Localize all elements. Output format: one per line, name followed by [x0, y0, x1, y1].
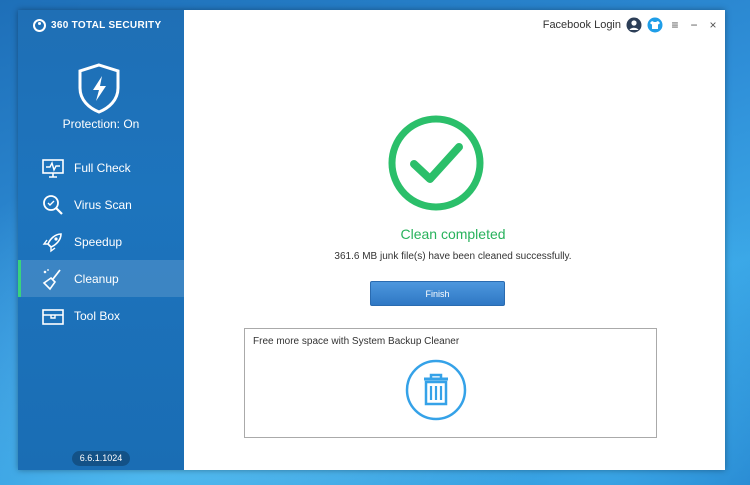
sidebar-item-label: Virus Scan: [74, 197, 132, 212]
backup-cleaner-text: Free more space with System Backup Clean…: [253, 336, 460, 347]
sidebar-item-tool-box[interactable]: Tool Box: [18, 297, 184, 334]
brand-name: 360 TOTAL SECURITY: [51, 19, 162, 31]
user-avatar-icon[interactable]: [626, 17, 642, 33]
rocket-icon: [41, 230, 65, 254]
sidebar-item-full-check[interactable]: Full Check: [18, 149, 184, 186]
sidebar-nav: Full Check Virus Scan Speedup Cleanup To…: [18, 149, 184, 334]
menu-button[interactable]: ≡: [668, 18, 682, 32]
sidebar: 360 TOTAL SECURITY Protection: On Full C…: [18, 10, 184, 470]
minimize-button[interactable]: −: [687, 18, 701, 32]
close-button[interactable]: ×: [706, 18, 720, 32]
sidebar-item-label: Full Check: [74, 160, 131, 175]
sidebar-item-label: Cleanup: [74, 271, 119, 286]
sidebar-item-label: Speedup: [74, 234, 123, 249]
result-title: Clean completed: [400, 226, 506, 242]
broom-icon: [41, 267, 65, 291]
magnifier-icon: [41, 193, 65, 217]
logo-icon: [33, 18, 46, 32]
sidebar-item-cleanup[interactable]: Cleanup: [18, 260, 184, 297]
version-badge: 6.6.1.1024: [72, 451, 130, 466]
shield-icon[interactable]: [76, 62, 122, 114]
trash-icon[interactable]: [405, 359, 467, 421]
app-brand: 360 TOTAL SECURITY: [33, 17, 161, 33]
skin-shirt-icon[interactable]: [647, 17, 663, 33]
facebook-login-link[interactable]: Facebook Login: [543, 19, 621, 31]
monitor-pulse-icon: [41, 156, 65, 180]
result-detail: 361.6 MB junk file(s) have been cleaned …: [334, 251, 572, 262]
toolbox-icon: [41, 304, 65, 328]
sidebar-item-speedup[interactable]: Speedup: [18, 223, 184, 260]
sidebar-item-virus-scan[interactable]: Virus Scan: [18, 186, 184, 223]
success-check-icon: [387, 114, 485, 212]
backup-cleaner-panel: Free more space with System Backup Clean…: [244, 328, 657, 438]
title-bar: Facebook Login ≡ − ×: [184, 10, 725, 40]
protection-status: Protection: On: [62, 117, 140, 131]
sidebar-item-label: Tool Box: [74, 308, 121, 323]
finish-button[interactable]: Finish: [370, 281, 505, 306]
